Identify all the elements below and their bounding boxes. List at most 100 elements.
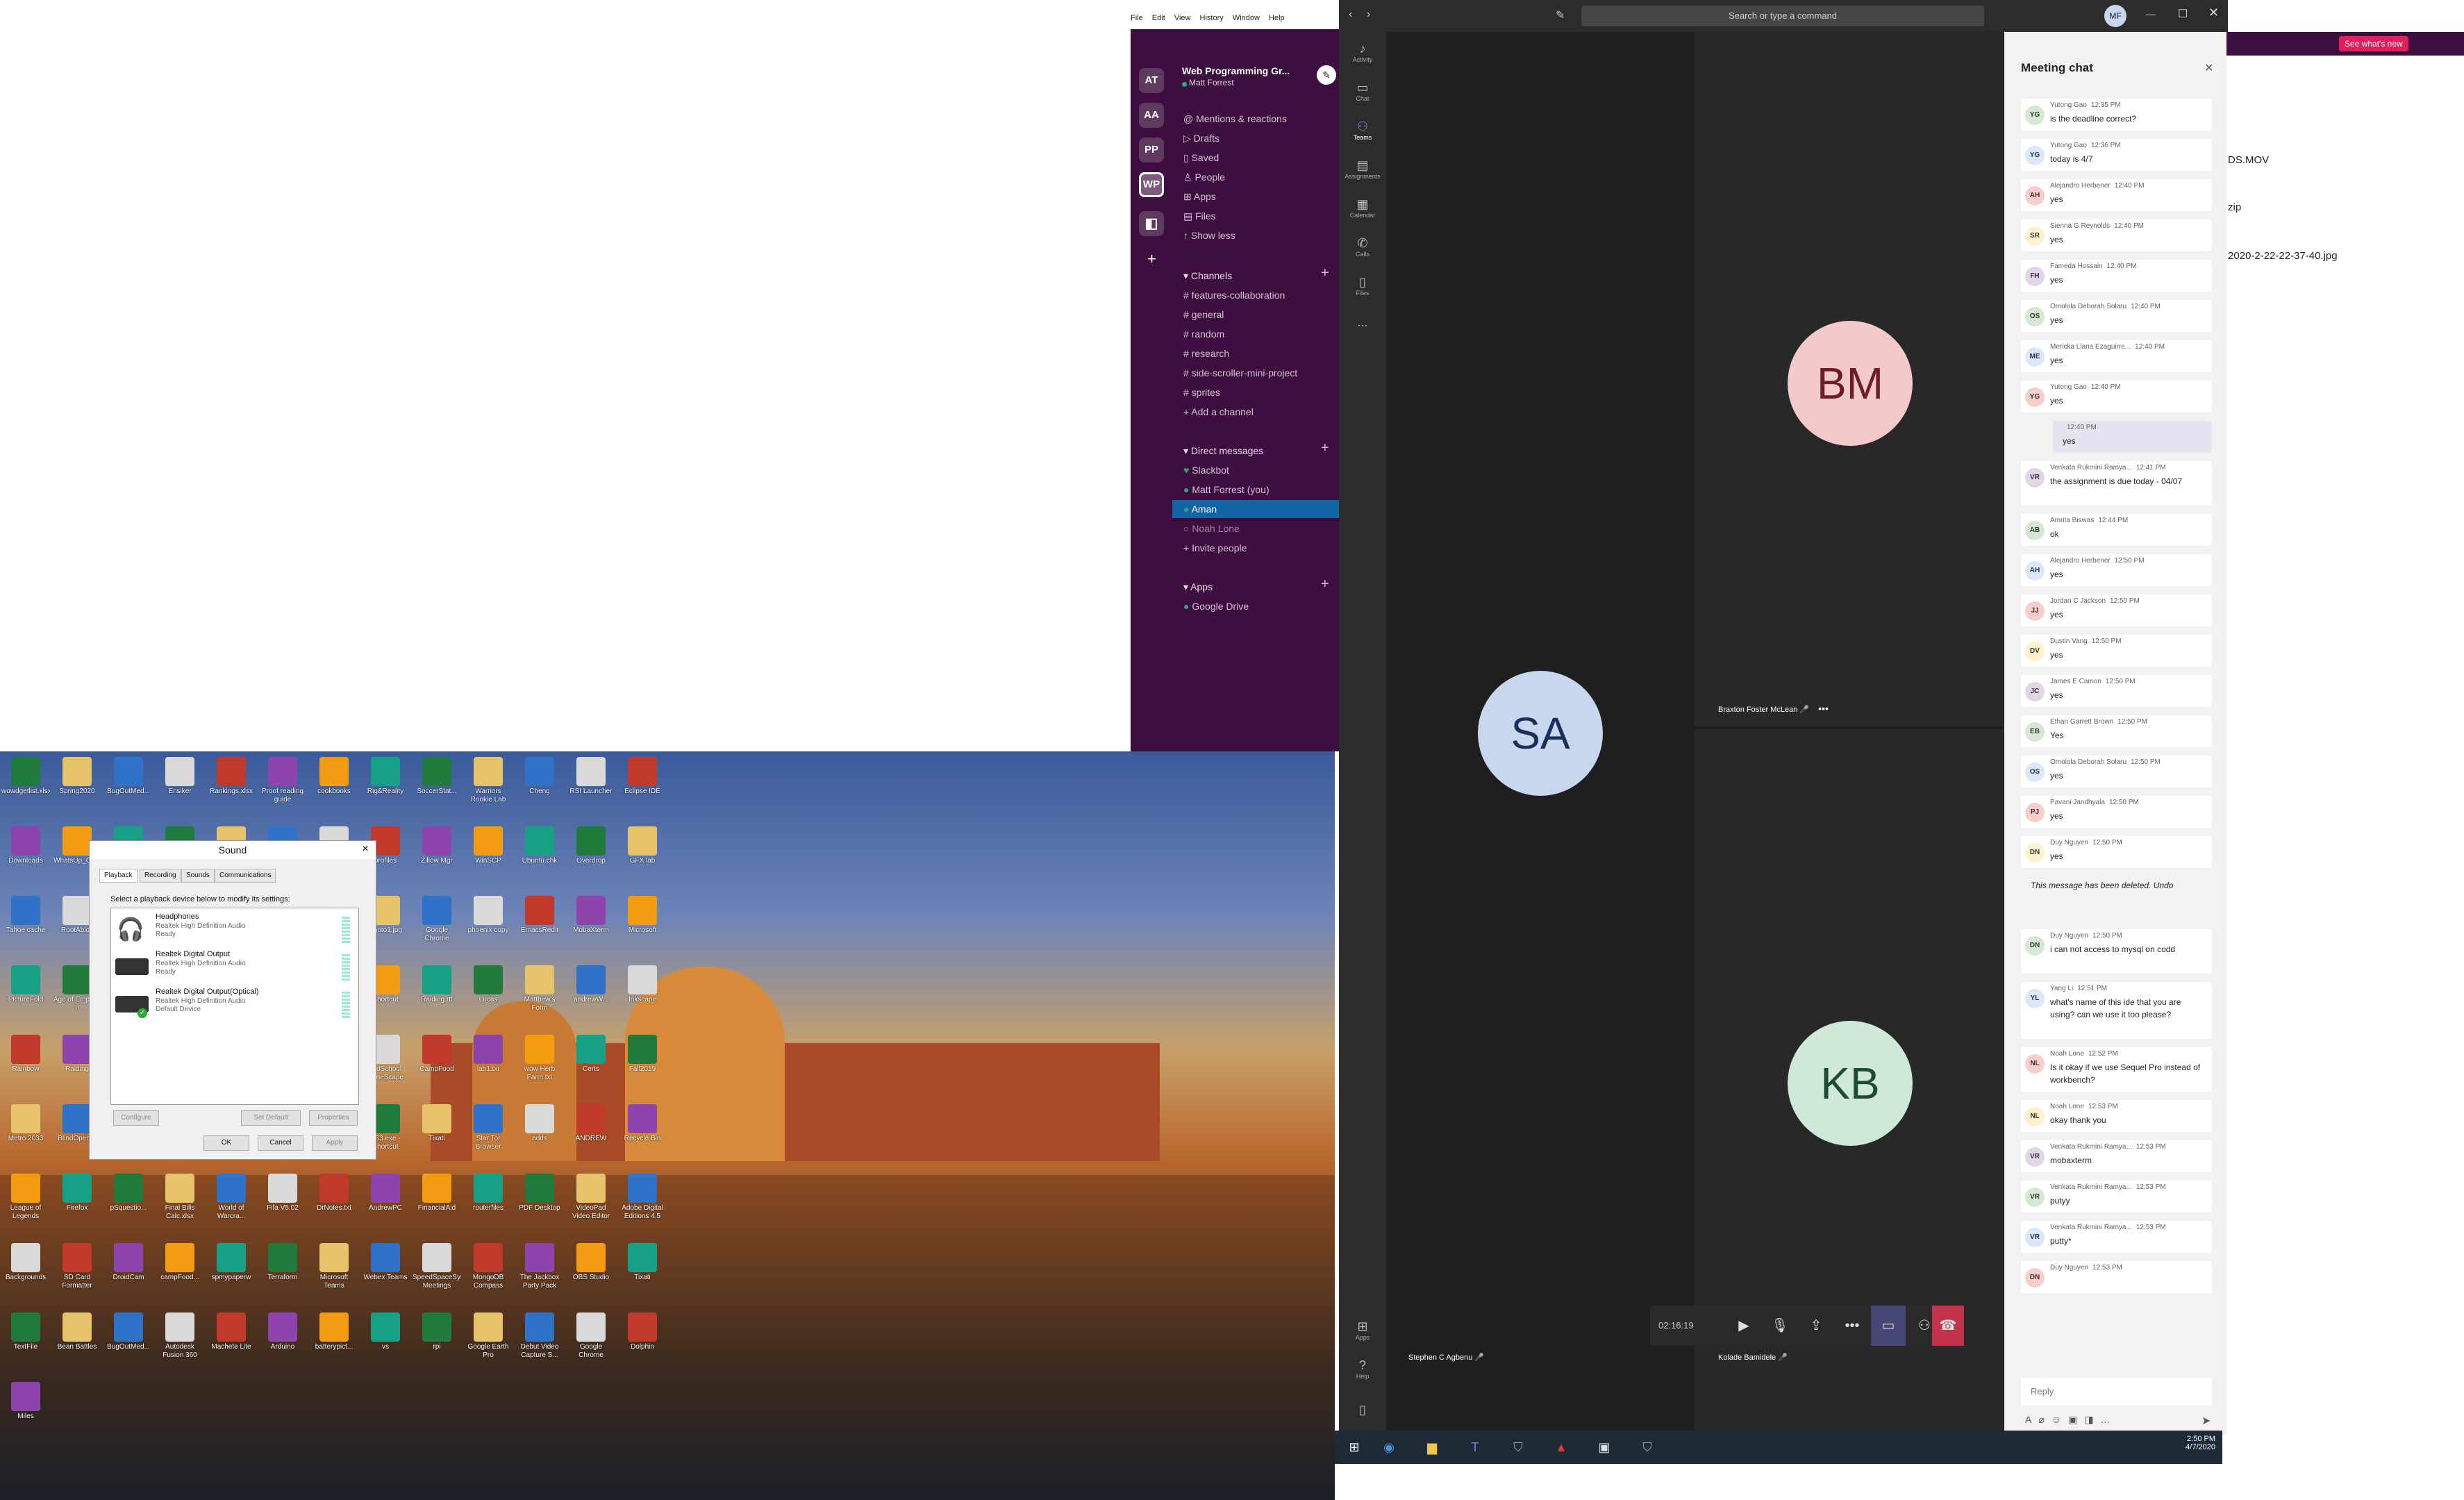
desktop-icon[interactable]: SD Card Formatter [53,1240,101,1303]
desktop-icon[interactable]: Matthew's Form [515,962,564,1025]
desktop-icon[interactable]: DroidCam [104,1240,153,1303]
app-google-drive[interactable]: ● Google Drive [1183,599,1249,614]
desktop-icon[interactable]: MongoDB Compass [464,1240,513,1303]
more-apps-icon[interactable]: ... [1339,315,1386,330]
set-default-button[interactable]: Set Default [241,1110,301,1126]
desktop-icon[interactable]: Proof reading guide [258,754,307,817]
desktop-icon[interactable]: Autodesk Fusion 360 [156,1310,204,1372]
file-item[interactable]: zip [2228,201,2241,213]
dm-header[interactable]: ▾ Direct messages [1183,443,1263,458]
desktop-icon[interactable]: wowdgetlist.xlsx [1,754,50,817]
send-icon[interactable]: ➤ [2201,1414,2211,1428]
menu-view[interactable]: View [1174,14,1191,22]
menu-history[interactable]: History [1200,14,1224,22]
chat-message[interactable]: ME Mericka Llana Ezaguirre... 12:40 PM yes [2021,340,2212,372]
desktop-icon[interactable]: Backgrounds [1,1240,50,1303]
channels-header[interactable]: ▾ Channels [1183,268,1232,283]
chat-message[interactable]: DN Duy Nguyen 12:50 PM yes [2021,836,2212,868]
nav-mentions[interactable]: @ Mentions & reactions [1183,111,1287,126]
tab-playback[interactable]: Playback [99,869,138,883]
desktop-icon[interactable]: rpi [413,1310,461,1372]
acrobat-icon[interactable]: ▲ [1547,1433,1575,1461]
workspace-aa[interactable]: AA [1139,103,1164,128]
desktop-icon[interactable]: andrewW... [567,962,615,1025]
desktop-icon[interactable]: Inkscape [618,962,667,1025]
close-chat-icon[interactable]: ✕ [2204,61,2213,75]
minimize-icon[interactable]: — [2146,8,2156,19]
chat-message[interactable]: SR Sienna G Reynolds 12:40 PM yes [2021,219,2212,251]
desktop-icon[interactable]: DrNotes.txt [310,1171,358,1233]
chat-message[interactable]: DN Duy Nguyen 12:53 PM [2021,1261,2212,1293]
desktop-icon[interactable]: VideoPad Video Editor [567,1171,615,1233]
rail-files[interactable]: ▯ Files [1339,275,1386,297]
chat-message[interactable]: YG Yutong Gao 12:36 PM today is 4/7 [2021,139,2212,171]
workspace-wp[interactable]: WP [1139,172,1164,197]
start-icon[interactable]: ⊞ [1340,1433,1368,1461]
ok-button[interactable]: OK [203,1135,249,1151]
menu-edit[interactable]: Edit [1152,14,1165,22]
desktop-icon[interactable]: Rig&Reality [361,754,410,817]
chrome-icon[interactable]: ◉ [1375,1433,1403,1461]
desktop-icon[interactable]: Recycle Bin [618,1101,667,1164]
slack-app-icon[interactable]: ◧ [1139,211,1164,236]
desktop-icon[interactable]: Metro 2033 [1,1101,50,1164]
desktop-icon[interactable]: Star Tor Browser [464,1101,513,1164]
device-digital-output[interactable]: Realtek Digital Output Realtek High Defi… [111,950,358,986]
add-channel-icon[interactable]: + [1321,265,1329,281]
desktop-icon[interactable]: Machete Lite [207,1310,256,1372]
chat-message[interactable]: AB Amrita Biswas 12:44 PM ok [2021,514,2212,546]
channel-item[interactable]: # research [1183,346,1229,361]
apps-header[interactable]: ▾ Apps [1183,579,1213,594]
chat-message[interactable]: OS Omolola Deborah Solaru 12:40 PM yes [2021,300,2212,332]
add-app-icon[interactable]: + [1321,576,1329,592]
chat-message[interactable]: OS Omolola Deborah Solaru 12:50 PM yes [2021,756,2212,788]
share-screen-icon[interactable]: ⇪ [1799,1306,1833,1346]
chat-message-self[interactable]: 12:40 PM yes [2053,421,2212,453]
desktop-icon[interactable]: Final Bills Calc.xlsx [156,1171,204,1233]
desktop-icon[interactable]: TextFile [1,1310,50,1372]
desktop-icon[interactable]: BugOutMed... [104,1310,153,1372]
desktop-icon[interactable]: SoccerStat... [413,754,461,817]
chat-message[interactable]: AH Alejandro Herbener 12:40 PM yes [2021,179,2212,211]
desktop-icon[interactable]: RSI Launcher [567,754,615,817]
desktop-icon[interactable]: batterypict... [310,1310,358,1372]
desktop-icon[interactable]: Tixati [618,1240,667,1303]
chat-message[interactable]: VR Venkata Rukmini Ramya... 12:53 PM mobaxt… [2021,1140,2212,1172]
slack-icon[interactable]: ▣ [1590,1433,1618,1461]
rail-apps[interactable]: ⊞ Apps [1339,1319,1386,1341]
desktop-icon[interactable]: CampFood [413,1032,461,1094]
apply-button[interactable]: Apply [312,1135,358,1151]
desktop-icon[interactable]: wow Herb Farm.txt [515,1032,564,1094]
chat-message[interactable]: DN Duy Nguyen 12:50 PM i can not access to … [2021,929,2212,974]
channel-item[interactable]: # side-scroller-mini-project [1183,365,1297,381]
chat-message[interactable]: VR Venkata Rukmini Ramya... 12:53 PM putyy [2021,1181,2212,1212]
chat-message[interactable]: AH Alejandro Herbener 12:50 PM yes [2021,554,2212,586]
add-channel-link[interactable]: + Add a channel [1183,404,1254,419]
dm-self[interactable]: ● Matt Forrest (you) [1183,482,1270,497]
channel-item[interactable]: # general [1183,307,1224,322]
close-icon[interactable]: ✕ [362,844,369,853]
user-avatar[interactable]: MF [2104,5,2126,27]
desktop-icon[interactable]: Google Earth Pro [464,1310,513,1372]
desktop-icon[interactable]: ANDREW [567,1101,615,1164]
new-chat-icon[interactable]: ✎ [1556,8,1565,22]
desktop-icon[interactable]: vs [361,1310,410,1372]
file-item[interactable]: 2020-2-22-22-37-40.jpg [2228,250,2338,262]
desktop-icon[interactable]: Fifa V5.02 [258,1171,307,1233]
desktop-icon[interactable]: Adobe Digital Editions 4.5 [618,1171,667,1233]
more-options-icon[interactable]: ••• [1818,703,1829,714]
desktop-icon[interactable]: Google Chrome [413,893,461,956]
whats-new-button[interactable]: See what's new [2339,36,2408,51]
desktop-icon[interactable]: EmacsRedit [515,893,564,956]
chat-message[interactable]: DV Dustin Vang 12:50 PM yes [2021,635,2212,667]
workspace-pp[interactable]: PP [1139,138,1164,162]
rail-teams[interactable]: ⚇ Teams [1339,119,1386,141]
chat-message[interactable]: FH Fameda Hossain 12:40 PM yes [2021,260,2212,292]
cancel-button[interactable]: Cancel [258,1135,303,1151]
dm-aman-selected[interactable]: ● Aman [1172,500,1339,518]
gif-icon[interactable]: ▣ [2068,1414,2084,1425]
desktop-icon[interactable]: PDF Desktop [515,1171,564,1233]
chat-message[interactable]: NL Noah Lone 12:52 PM Is it okay if we use … [2021,1047,2212,1092]
back-icon[interactable]: ‹ [1349,8,1352,21]
emoji-icon[interactable]: ☺ [2051,1414,2068,1425]
